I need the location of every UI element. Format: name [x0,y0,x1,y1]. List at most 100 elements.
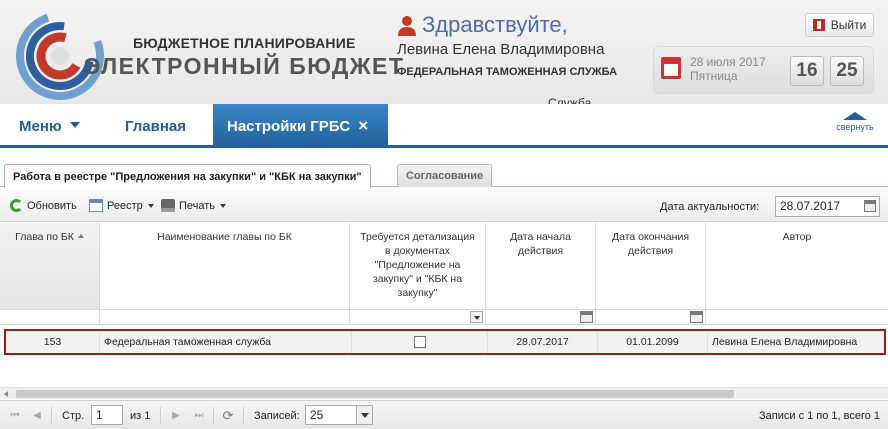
organization-overflow-text: Служба [548,96,592,104]
page-label: Стр. [62,410,85,422]
filter-chapter-code[interactable] [0,310,100,325]
column-header-start-date[interactable]: Дата начала действия [486,223,596,309]
app-header: БЮДЖЕТНОЕ ПЛАНИРОВАНИЕ ЭЛЕКТРОННЫЙ БЮДЖЕ… [0,0,888,104]
actual-date-label: Дата актуальности: [660,201,760,213]
calendar-icon[interactable] [580,311,593,323]
registry-icon [89,199,103,212]
cell-end-date: 01.01.2099 [598,331,708,353]
chevron-down-icon[interactable] [470,311,483,323]
column-header-end-date[interactable]: Дата окончания действия [596,223,706,309]
first-page-icon[interactable]: ⏮ [9,410,21,421]
column-header-chapter-name[interactable]: Наименование главы по БК [100,223,350,309]
chevron-down-icon[interactable] [356,406,372,424]
cell-detail-required [352,331,488,353]
column-header-label: Дата окончания действия [611,231,690,257]
refresh-icon [10,199,23,212]
records-per-page-label: Записей: [254,410,300,422]
brand-title: ЭЛЕКТРОННЫЙ БЮДЖЕТ [84,53,405,79]
page-number-input[interactable]: 1 [91,405,123,425]
horizontal-scrollbar[interactable] [0,387,888,399]
divider [213,407,214,424]
chevron-down-icon [147,203,154,208]
current-date: 28 июля 2017 Пятница [690,55,766,83]
records-per-page-select[interactable]: 25 [305,405,373,425]
records-per-page-value: 25 [310,408,324,422]
clock-hours: 16 [790,56,824,86]
reload-icon[interactable]: ⟳ [222,409,234,422]
brand-subtitle: БЮДЖЕТНОЕ ПЛАНИРОВАНИЕ [133,35,356,51]
calendar-icon[interactable] [864,200,876,212]
column-header-chapter-code[interactable]: Глава по БК [0,223,100,309]
column-header-label: Наименование главы по БК [157,231,292,243]
sub-tabs: Работа в реестре "Предложения на закупки… [0,157,888,188]
cell-chapter-name: Федеральная таможенная служба [100,331,352,353]
calendar-icon [661,57,681,79]
filter-start-date[interactable] [486,310,596,325]
date-time-panel: 28 июля 2017 Пятница 16 25 [653,46,874,94]
registry-menu-button[interactable]: Реестр [89,199,154,212]
nav-home[interactable]: Главная [125,118,186,135]
organization-name: ФЕДЕРАЛЬНАЯ ТАМОЖЕННАЯ СЛУЖБА [397,66,618,78]
refresh-label: Обновить [27,199,77,212]
column-header-detail-required[interactable]: Требуется детализация в документах "Пред… [350,223,486,309]
toolbar: Обновить Реестр Печать Дата актуальности… [0,190,888,222]
actual-date-value: 28.07.2017 [780,199,841,213]
exit-label: Выйти [830,18,867,32]
print-label: Печать [179,199,216,212]
user-icon [398,16,416,36]
divider [243,407,244,424]
cell-start-date: 28.07.2017 [488,331,598,353]
filter-author[interactable] [706,310,888,325]
greeting: Здравствуйте, [422,12,568,37]
clock-minutes: 25 [830,56,864,86]
divider [51,407,52,424]
tab-registry-work[interactable]: Работа в реестре "Предложения на закупки… [4,164,371,188]
divider [160,407,161,424]
collapse-label: свернуть [836,122,874,132]
filter-chapter-name[interactable] [100,310,350,325]
filter-row [0,309,888,325]
main-navigation: Меню Главная Настройки ГРБС × свернуть [0,104,888,148]
filter-detail-required[interactable] [350,310,486,325]
collapse-button[interactable]: свернуть [830,112,880,132]
nav-menu[interactable]: Меню [19,118,80,135]
grid-body: 153 Федеральная таможенная служба 28.07.… [0,325,888,387]
scroll-left-icon[interactable] [4,391,8,397]
tab-grbs-settings[interactable]: Настройки ГРБС × [213,104,388,148]
cell-author: Левина Елена Владимировна [712,336,858,348]
filter-end-date[interactable] [596,310,706,325]
exit-icon [812,19,825,31]
registry-label: Реестр [107,199,143,212]
column-header-label: Дата начала действия [510,231,571,257]
detail-required-checkbox[interactable] [413,336,426,348]
column-header-label: Требуется детализация в документах "Пред… [360,231,475,299]
tab-approval[interactable]: Согласование [397,164,493,187]
print-menu-button[interactable]: Печать [161,199,227,212]
grid-header: Глава по БК Наименование главы по БК Тре… [0,223,888,309]
weekday: Пятница [690,69,738,83]
nav-menu-label: Меню [19,118,62,135]
printer-icon [161,199,175,212]
cell-chapter-code: 153 [6,331,100,353]
column-header-label: Автор [782,231,812,243]
column-header-author[interactable]: Автор [706,223,888,309]
close-icon[interactable]: × [358,116,368,136]
scrollbar-thumb[interactable] [16,390,734,398]
collapse-arrow-icon [843,112,867,120]
exit-button[interactable]: Выйти [805,13,874,37]
records-summary: Записи с 1 по 1, всего 1 [759,410,881,422]
date-line: 28 июля 2017 [690,55,766,69]
calendar-icon[interactable] [690,311,703,323]
table-row[interactable]: 153 Федеральная таможенная служба 28.07.… [4,329,886,355]
actual-date-field[interactable]: 28.07.2017 [775,196,880,217]
refresh-button[interactable]: Обновить [10,199,77,212]
pagination-bar: ⏮ ◀ Стр. 1 из 1 ▶ ⏭ ⟳ Записей: 25 Записи… [0,400,888,429]
chevron-down-icon [220,203,227,208]
tab-grbs-settings-label: Настройки ГРБС [227,117,351,135]
column-header-label: Глава по БК [15,231,74,243]
previous-page-icon[interactable]: ◀ [31,410,43,421]
user-name: Левина Елена Владимировна [397,41,605,58]
chevron-down-icon [69,122,80,128]
last-page-icon[interactable]: ⏭ [193,410,205,421]
next-page-icon[interactable]: ▶ [170,410,182,421]
